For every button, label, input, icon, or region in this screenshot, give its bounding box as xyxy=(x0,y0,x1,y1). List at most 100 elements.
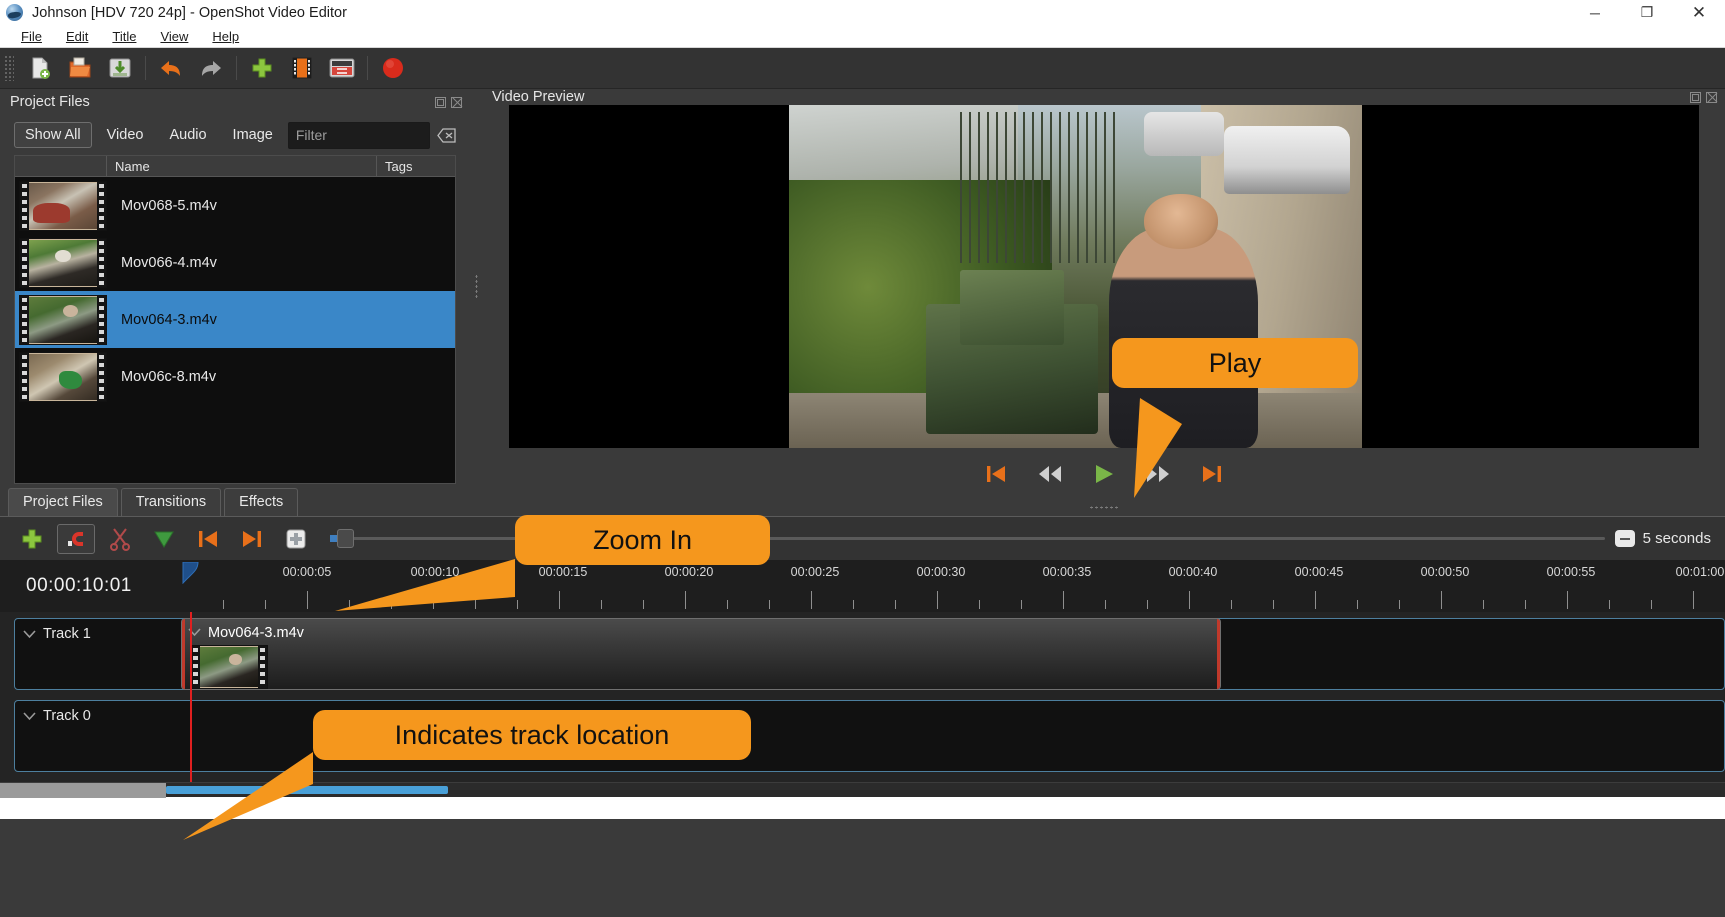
menu-view-label: View xyxy=(160,28,189,44)
ruler-tick-major xyxy=(937,591,938,609)
filter-video-button[interactable]: Video xyxy=(96,122,155,148)
previous-marker-button[interactable] xyxy=(186,522,230,556)
zoom-out-icon[interactable] xyxy=(1614,530,1635,547)
column-header-name[interactable]: Name xyxy=(107,156,377,176)
panel-splitter[interactable] xyxy=(470,89,482,484)
ruler-label: 00:00:55 xyxy=(1546,565,1596,579)
project-files-list[interactable]: Name Tags Mov068-5.m4v Mov066-4.m4v Mov0… xyxy=(14,155,456,484)
list-item[interactable]: Mov068-5.m4v xyxy=(15,177,455,234)
ruler-tick-minor xyxy=(1231,600,1232,609)
ruler-label: 00:00:40 xyxy=(1168,565,1218,579)
openshot-logo-icon xyxy=(6,4,23,21)
clip-name: Mov064-3.m4v xyxy=(208,625,304,641)
ruler-tick-minor xyxy=(1021,600,1022,609)
undo-icon[interactable] xyxy=(151,52,191,84)
close-panel-icon[interactable] xyxy=(451,96,462,108)
menu-title-label: Title xyxy=(112,28,137,44)
maximize-button[interactable]: ❐ xyxy=(1621,0,1673,25)
timeline-ruler[interactable]: 00:00:10:01 00:00:05 00:00:10 00:00:15 0… xyxy=(0,560,1725,612)
ruler-tick-minor xyxy=(1105,600,1106,609)
add-marker-button[interactable] xyxy=(142,522,186,556)
clip-left-edge[interactable] xyxy=(182,619,185,689)
tab-project-files[interactable]: Project Files xyxy=(8,488,118,516)
new-project-icon[interactable] xyxy=(20,52,60,84)
float-panel-icon[interactable] xyxy=(1690,91,1701,103)
list-item[interactable]: Mov06c-8.m4v xyxy=(15,348,455,405)
menu-item-view[interactable]: View xyxy=(148,27,200,46)
list-item[interactable]: Mov064-3.m4v xyxy=(15,291,455,348)
ruler-tick-major xyxy=(1315,591,1316,609)
chevron-down-icon[interactable] xyxy=(23,626,37,644)
ruler-tick-minor xyxy=(727,600,728,609)
record-icon[interactable] xyxy=(373,52,413,84)
window-controls: ─ ❐ ✕ xyxy=(1569,0,1725,25)
ruler-tick-major xyxy=(1693,591,1694,609)
ruler-label: 00:00:25 xyxy=(790,565,840,579)
profile-film-icon[interactable] xyxy=(282,52,322,84)
playhead-handle[interactable] xyxy=(182,561,199,585)
ruler-label: 00:00:45 xyxy=(1294,565,1344,579)
playhead-timecode: 00:00:10:01 xyxy=(26,575,132,596)
open-project-icon[interactable] xyxy=(60,52,100,84)
menu-item-edit[interactable]: Edit xyxy=(54,27,100,46)
import-files-icon[interactable] xyxy=(242,52,282,84)
filter-input[interactable] xyxy=(287,121,430,149)
callout-zoom-in-text: Zoom In xyxy=(515,515,770,566)
tab-transitions[interactable]: Transitions xyxy=(120,488,222,516)
ruler-label: 00:00:30 xyxy=(916,565,966,579)
ruler-label: 00:00:50 xyxy=(1420,565,1470,579)
next-marker-button[interactable] xyxy=(230,522,274,556)
ruler-tick-major xyxy=(307,591,308,609)
filter-audio-button[interactable]: Audio xyxy=(158,122,217,148)
float-panel-icon[interactable] xyxy=(435,96,446,108)
ruler-tick-minor xyxy=(643,600,644,609)
file-thumbnail xyxy=(19,351,107,402)
tab-effects[interactable]: Effects xyxy=(224,488,299,516)
redo-icon[interactable] xyxy=(191,52,231,84)
chevron-down-icon[interactable] xyxy=(23,708,37,726)
column-header-tags[interactable]: Tags xyxy=(377,156,455,176)
track-row[interactable]: Track 1 Mov064-3.m4v xyxy=(14,618,1725,690)
callout-zoom-in: Zoom In xyxy=(335,515,770,611)
ruler-tick-minor xyxy=(1147,600,1148,609)
filter-image-button[interactable]: Image xyxy=(222,122,284,148)
file-name: Mov066-4.m4v xyxy=(121,254,217,271)
close-button[interactable]: ✕ xyxy=(1673,0,1725,25)
filter-show-all-button[interactable]: Show All xyxy=(14,122,92,148)
column-header-thumb[interactable] xyxy=(15,156,107,176)
clip-right-edge[interactable] xyxy=(1217,619,1220,689)
zoom-level-label: 5 seconds xyxy=(1642,530,1711,547)
callout-track-location: Indicates track location xyxy=(183,710,751,840)
callout-play: Play xyxy=(1112,338,1358,498)
ruler-label: 00:00:05 xyxy=(282,565,332,579)
menu-item-file[interactable]: File xyxy=(9,27,54,46)
project-files-panel: Project Files Show All Video Audio Image xyxy=(0,89,470,484)
file-filter-bar: Show All Video Audio Image xyxy=(0,115,470,155)
project-files-header: Project Files xyxy=(0,89,470,115)
video-preview-header: Video Preview xyxy=(482,89,1725,105)
snapping-toggle-button[interactable] xyxy=(57,523,95,554)
ruler-tick-major xyxy=(1567,591,1568,609)
clear-filter-icon[interactable] xyxy=(434,122,460,148)
jump-to-start-button[interactable] xyxy=(983,461,1009,487)
video-preview-header-icons xyxy=(1690,91,1717,103)
project-files-title: Project Files xyxy=(10,94,90,110)
add-track-button[interactable] xyxy=(10,522,54,556)
minimize-button[interactable]: ─ xyxy=(1569,0,1621,25)
file-list-header: Name Tags xyxy=(15,156,455,177)
close-panel-icon[interactable] xyxy=(1706,91,1717,103)
track-name: Track 0 xyxy=(43,708,91,724)
toolbar-grip[interactable] xyxy=(4,55,14,81)
callout-play-text: Play xyxy=(1112,338,1358,389)
export-video-icon[interactable] xyxy=(322,52,362,84)
center-playhead-button[interactable] xyxy=(274,522,318,556)
razor-tool-button[interactable] xyxy=(98,522,142,556)
menu-item-help[interactable]: Help xyxy=(200,27,251,46)
ruler-tick-minor xyxy=(1525,600,1526,609)
toolbar-separator-2 xyxy=(236,56,237,80)
list-item[interactable]: Mov066-4.m4v xyxy=(15,234,455,291)
file-name: Mov06c-8.m4v xyxy=(121,368,217,385)
save-project-icon[interactable] xyxy=(100,52,140,84)
ruler-tick-minor xyxy=(1483,600,1484,609)
menu-item-title[interactable]: Title xyxy=(100,27,148,46)
